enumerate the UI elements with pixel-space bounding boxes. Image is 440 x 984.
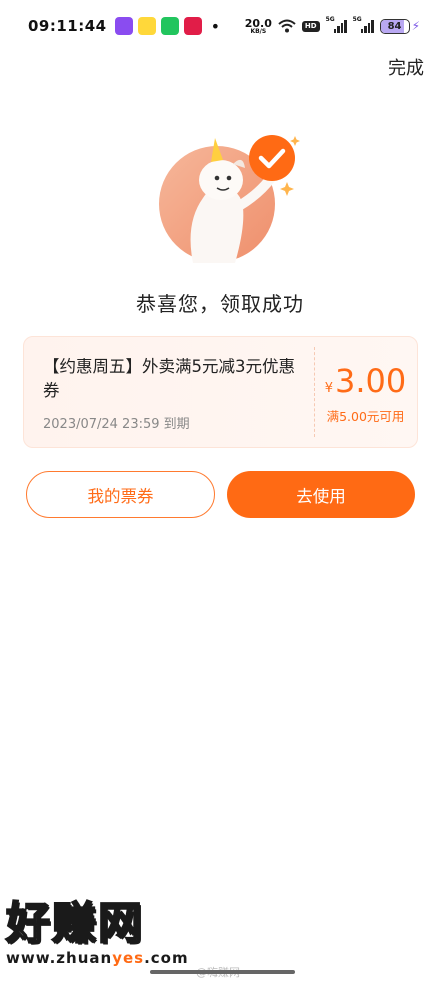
currency-symbol: ¥ xyxy=(324,380,334,396)
charging-icon: ⚡ xyxy=(411,19,420,33)
watermark-url: www.zhuanyes.com xyxy=(6,949,189,967)
my-tickets-button[interactable]: 我的票券 xyxy=(26,471,215,518)
success-title: 恭喜您，领取成功 xyxy=(136,292,304,316)
use-coupon-button[interactable]: 去使用 xyxy=(227,471,415,518)
success-mascot-illustration xyxy=(159,135,300,263)
wifi-icon xyxy=(278,19,296,33)
network-speed: 20.0 KB/S xyxy=(244,16,272,35)
hd-badge: HD xyxy=(301,20,320,32)
coupon-success-page: 09:11:44 • 20.0 KB/S HD 5G 5G 84 ⚡ 完成 恭喜… xyxy=(0,0,440,984)
signal-icon: 5G xyxy=(326,16,347,33)
battery-icon: 84 ⚡ xyxy=(379,18,420,34)
status-time: 09:11:44 xyxy=(28,17,107,35)
purple-app-icon xyxy=(114,17,133,35)
done-button[interactable]: 完成 xyxy=(388,54,424,80)
watermark: 好赚网 www.zhuanyes.com xyxy=(5,898,189,968)
more-notifications-dot: • xyxy=(210,16,221,36)
watermark-brand: 好赚网 xyxy=(5,898,144,949)
signal-icon-2: 5G xyxy=(353,16,374,33)
coupon-title: 【约惠周五】外卖满5元减3元优惠券 xyxy=(43,357,295,400)
coupon-expiry: 2023/07/24 23:59 到期 xyxy=(43,417,190,432)
status-right: 20.0 KB/S HD 5G 5G 84 ⚡ xyxy=(244,16,420,35)
status-bar: 09:11:44 • 20.0 KB/S HD 5G 5G 84 ⚡ xyxy=(0,0,440,52)
red-app-icon xyxy=(183,17,202,35)
coupon-divider xyxy=(314,347,315,437)
home-indicator[interactable] xyxy=(150,970,295,974)
coupon-amount: 3.00 xyxy=(335,361,407,400)
coupon-info: 【约惠周五】外卖满5元减3元优惠券 2023/07/24 23:59 到期 xyxy=(24,337,314,447)
coupon-card[interactable]: 【约惠周五】外卖满5元减3元优惠券 2023/07/24 23:59 到期 ¥ … xyxy=(23,336,418,448)
yellow-app-icon xyxy=(137,17,156,35)
coupon-value: ¥ 3.00 满5.00元可用 xyxy=(314,337,417,447)
green-app-icon xyxy=(160,17,179,35)
coupon-price: ¥ 3.00 xyxy=(325,362,407,400)
coupon-condition: 满5.00元可用 xyxy=(326,408,405,424)
